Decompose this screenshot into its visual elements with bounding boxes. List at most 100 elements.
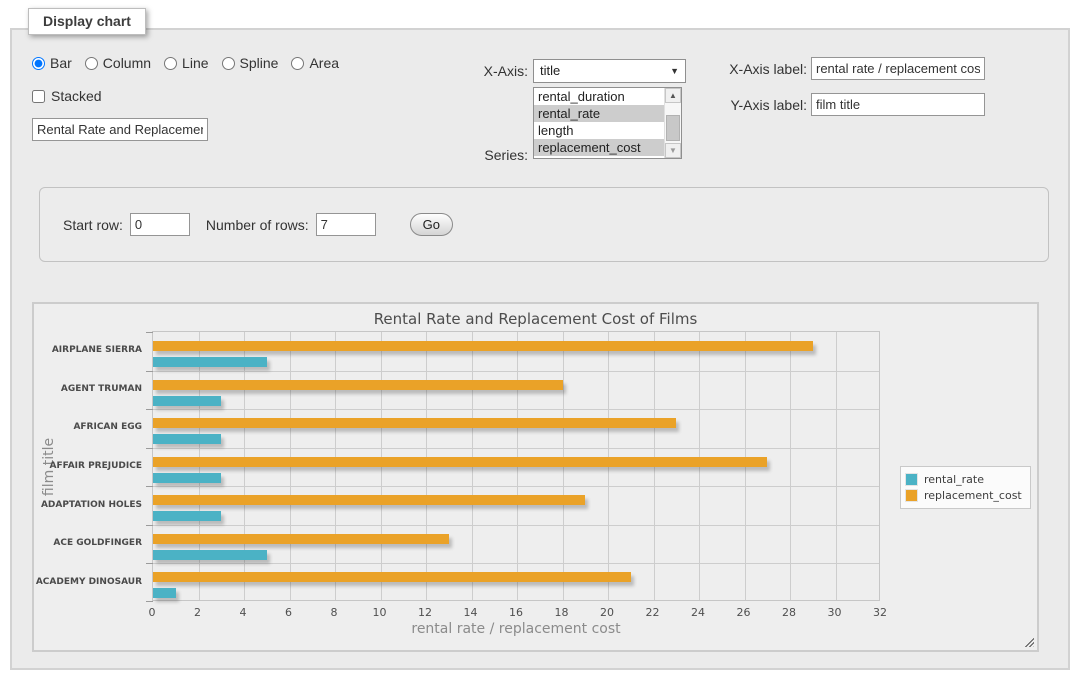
bar-rental_rate [153, 434, 221, 444]
row-controls-panel: Start row: Number of rows: Go [39, 187, 1049, 262]
y-tick-mark [146, 525, 153, 526]
y-tick-mark [146, 563, 153, 564]
legend-label: rental_rate [924, 473, 984, 486]
y-tick-mark [146, 409, 153, 410]
bar-rental_rate [153, 511, 221, 521]
y-axis-label-caption: Y-Axis label: [712, 97, 807, 113]
x-tick-label: 28 [782, 606, 796, 619]
y-tick-mark [146, 601, 153, 602]
bar-rental_rate [153, 396, 221, 406]
x-axis-label-input[interactable] [811, 57, 985, 80]
category-label: AIRPLANE SIERRA [34, 345, 142, 355]
y-gridline [153, 371, 879, 372]
bar-replacement_cost [153, 380, 563, 390]
chart-title: Rental Rate and Replacement Cost of Film… [34, 310, 1037, 328]
chart-type-area[interactable]: Area [291, 55, 339, 71]
x-axis-label-caption: X-Axis label: [712, 61, 807, 77]
chart-type-radio-column[interactable] [85, 57, 98, 70]
bar-replacement_cost [153, 572, 631, 582]
x-tick-label: 18 [555, 606, 569, 619]
y-tick-mark [146, 448, 153, 449]
chart-type-line[interactable]: Line [164, 55, 208, 71]
category-label: ACADEMY DINOSAUR [34, 577, 142, 587]
y-tick-mark [146, 486, 153, 487]
series-option-length[interactable]: length [534, 122, 664, 139]
y-tick-mark [146, 332, 153, 333]
chart-type-radio-bar[interactable] [32, 57, 45, 70]
chevron-down-icon: ▼ [670, 60, 679, 82]
start-row-label: Start row: [63, 217, 123, 233]
chart-type-radio-spline[interactable] [222, 57, 235, 70]
x-tick-label: 4 [240, 606, 247, 619]
x-tick-label: 22 [646, 606, 660, 619]
num-rows-input[interactable] [316, 213, 376, 236]
x-tick-label: 14 [464, 606, 478, 619]
x-tick-label: 20 [600, 606, 614, 619]
chart-title-input[interactable] [32, 118, 208, 141]
legend-swatch-icon [905, 473, 918, 486]
bar-rental_rate [153, 357, 267, 367]
stacked-checkbox[interactable] [32, 90, 45, 103]
series-option-rental_rate[interactable]: rental_rate [534, 105, 664, 122]
resize-handle-icon[interactable] [1023, 636, 1034, 647]
chart-type-radio-area[interactable] [291, 57, 304, 70]
legend-entry-replacement_cost: replacement_cost [905, 489, 1022, 502]
y-gridline [153, 525, 879, 526]
chart-type-spline[interactable]: Spline [222, 55, 279, 71]
category-label: AGENT TRUMAN [34, 384, 142, 394]
chart-type-radio-line[interactable] [164, 57, 177, 70]
series-option-rental_duration[interactable]: rental_duration [534, 88, 664, 105]
y-gridline [153, 563, 879, 564]
x-gridline [790, 332, 791, 600]
x-tick-label: 0 [149, 606, 156, 619]
start-row-input[interactable] [130, 213, 190, 236]
chart-type-column[interactable]: Column [85, 55, 151, 71]
go-button[interactable]: Go [410, 213, 453, 236]
category-label: ACE GOLDFINGER [34, 538, 142, 548]
chart-container: Rental Rate and Replacement Cost of Film… [32, 302, 1039, 652]
display-chart-fieldset: BarColumnLineSplineArea Stacked X-Axis: … [10, 28, 1070, 670]
chart-type-radio-label: Area [309, 55, 339, 71]
y-axis-label-input[interactable] [811, 93, 985, 116]
legend-entry-rental_rate: rental_rate [905, 473, 1022, 486]
stacked-checkbox-row: Stacked [32, 88, 102, 104]
legend-label: replacement_cost [924, 489, 1022, 502]
fieldset-legend-title: Display chart [28, 8, 146, 35]
series-option-replacement_cost[interactable]: replacement_cost [534, 139, 664, 156]
series-scrollbar[interactable]: ▲ ▼ [664, 88, 681, 158]
x-tick-label: 30 [828, 606, 842, 619]
chart-type-bar[interactable]: Bar [32, 55, 72, 71]
series-options: rental_durationrental_ratelengthreplacem… [534, 88, 664, 158]
scroll-down-icon[interactable]: ▼ [665, 143, 681, 158]
stacked-label: Stacked [51, 88, 102, 104]
chart-legend: rental_rate replacement_cost [900, 466, 1031, 509]
x-tick-label: 26 [737, 606, 751, 619]
chart-type-radio-label: Spline [240, 55, 279, 71]
x-tick-label: 6 [285, 606, 292, 619]
x-axis-select-label: X-Axis: [444, 63, 528, 79]
x-gridline [836, 332, 837, 600]
scroll-up-icon[interactable]: ▲ [665, 88, 681, 103]
x-axis-select[interactable]: title ▼ [533, 59, 686, 83]
num-rows-label: Number of rows: [206, 217, 309, 233]
x-tick-label: 12 [418, 606, 432, 619]
x-tick-label: 2 [194, 606, 201, 619]
x-tick-label: 8 [331, 606, 338, 619]
chart-type-radio-label: Line [182, 55, 208, 71]
x-tick-label: 24 [691, 606, 705, 619]
y-gridline [153, 409, 879, 410]
bar-rental_rate [153, 588, 176, 598]
category-label: AFRICAN EGG [34, 422, 142, 432]
legend-swatch-icon [905, 489, 918, 502]
category-label: ADAPTATION HOLES [34, 500, 142, 510]
series-listbox[interactable]: rental_durationrental_ratelengthreplacem… [533, 87, 682, 159]
x-tick-label: 16 [509, 606, 523, 619]
chart-type-radios: Bar Column Line Spline Area [32, 55, 339, 71]
chart-type-radio-label: Column [103, 55, 151, 71]
y-tick-mark [146, 371, 153, 372]
series-list-label: Series: [444, 147, 528, 163]
y-gridline [153, 486, 879, 487]
y-gridline [153, 448, 879, 449]
scrollbar-thumb[interactable] [666, 115, 680, 141]
x-axis-select-value: title [540, 60, 560, 82]
